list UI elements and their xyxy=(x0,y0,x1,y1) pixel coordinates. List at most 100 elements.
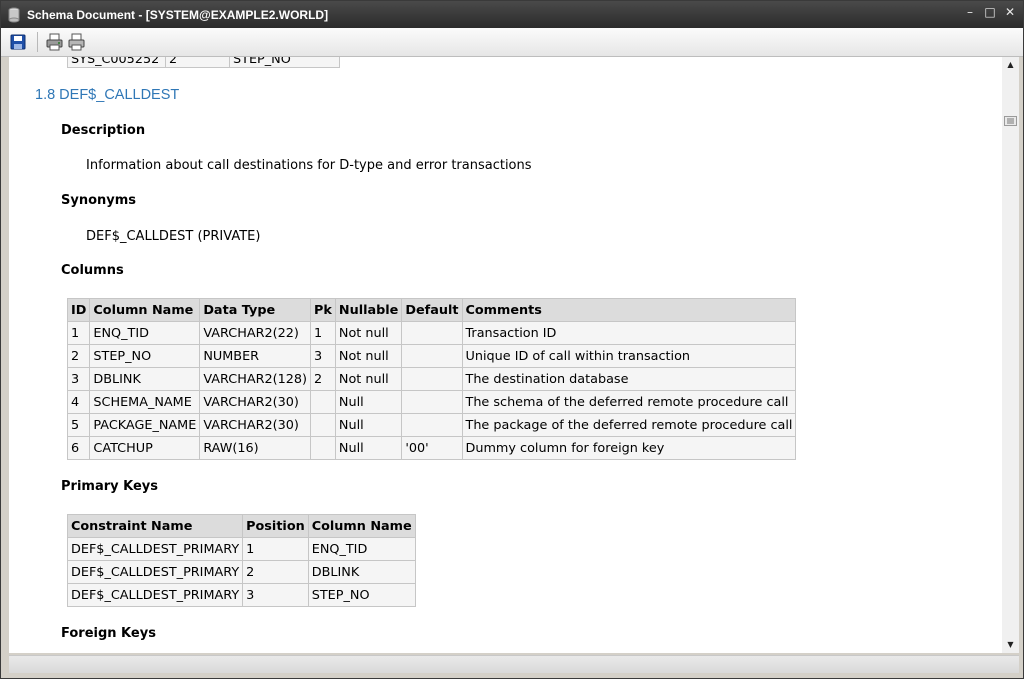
table-cell: 4 xyxy=(66,390,91,414)
table-cell: DEF$_CALLDEST_PRIMARY xyxy=(66,560,244,584)
table-cell: Transaction ID xyxy=(461,321,797,345)
table-row: 1 ENQ_TID VARCHAR2(22) 1 Not null Transa… xyxy=(66,321,797,345)
column-header: Nullable xyxy=(334,298,403,322)
primary-keys-heading: Primary Keys xyxy=(61,479,158,494)
table-cell: Not null xyxy=(334,367,403,391)
scroll-up-icon[interactable]: ▲ xyxy=(1002,59,1019,71)
table-cell: Unique ID of call within transaction xyxy=(461,344,797,368)
window-title: Schema Document - [SYSTEM@EXAMPLE2.WORLD… xyxy=(27,7,329,22)
close-icon[interactable]: ✕ xyxy=(1003,5,1017,19)
title-bar[interactable]: Schema Document - [SYSTEM@EXAMPLE2.WORLD… xyxy=(1,1,1023,28)
table-cell xyxy=(401,413,463,437)
table-cell: CATCHUP xyxy=(89,436,201,460)
primary-keys-table: Constraint Name Position Column Name DEF… xyxy=(66,514,416,607)
print-preview-button[interactable] xyxy=(44,31,66,53)
toolbar-separator xyxy=(37,32,38,52)
table-cell: 1 xyxy=(66,321,91,345)
print-preview-icon xyxy=(46,33,63,51)
column-header: ID xyxy=(66,298,91,322)
columns-heading: Columns xyxy=(61,263,124,278)
schema-document-window: Schema Document - [SYSTEM@EXAMPLE2.WORLD… xyxy=(0,0,1024,679)
table-cell: VARCHAR2(22) xyxy=(199,321,312,345)
table-cell: Null xyxy=(334,390,403,414)
table-cell: 2 xyxy=(66,344,91,368)
table-header-row: Constraint Name Position Column Name xyxy=(66,514,416,538)
table-cell: 3 xyxy=(242,583,309,607)
table-cell: ENQ_TID xyxy=(307,537,416,561)
table-cell: VARCHAR2(30) xyxy=(199,413,312,437)
table-cell: 2 xyxy=(310,367,336,391)
column-header: Comments xyxy=(461,298,797,322)
status-bar xyxy=(9,655,1019,673)
table-cell: PACKAGE_NAME xyxy=(89,413,201,437)
document-view[interactable]: SYS_C005252 2 STEP_NO 1.8 DEF$_CALLDEST … xyxy=(9,57,1002,653)
column-header: Column Name xyxy=(89,298,201,322)
table-cell: DBLINK xyxy=(89,367,201,391)
table-cell: 3 xyxy=(310,344,336,368)
table-cell: 2 xyxy=(242,560,309,584)
table-cell: Dummy column for foreign key xyxy=(461,436,797,460)
table-cell xyxy=(310,436,336,460)
table-row: DEF$_CALLDEST_PRIMARY 3 STEP_NO xyxy=(66,583,416,607)
table-cell: '00' xyxy=(401,436,463,460)
table-cell xyxy=(310,413,336,437)
table-cell: STEP_NO xyxy=(89,344,201,368)
table-cell: STEP_NO xyxy=(229,57,340,68)
table-cell xyxy=(310,390,336,414)
table-cell: VARCHAR2(30) xyxy=(199,390,312,414)
table-cell xyxy=(401,344,463,368)
table-row: 2 STEP_NO NUMBER 3 Not null Unique ID of… xyxy=(66,344,797,368)
table-cell: 2 xyxy=(165,57,230,68)
table-cell: DBLINK xyxy=(307,560,416,584)
table-cell: 3 xyxy=(66,367,91,391)
table-row: DEF$_CALLDEST_PRIMARY 1 ENQ_TID xyxy=(66,537,416,561)
table-cell: The schema of the deferred remote proced… xyxy=(461,390,797,414)
scroll-down-icon[interactable]: ▼ xyxy=(1002,639,1019,651)
foreign-keys-heading: Foreign Keys xyxy=(61,626,156,641)
maximize-icon[interactable]: □ xyxy=(983,5,997,19)
table-row: 6 CATCHUP RAW(16) Null '00' Dummy column… xyxy=(66,436,797,460)
description-text: Information about call destinations for … xyxy=(86,158,532,173)
table-header-row: ID Column Name Data Type Pk Nullable Def… xyxy=(66,298,797,322)
minimize-icon[interactable]: – xyxy=(963,5,977,19)
table-cell: 1 xyxy=(242,537,309,561)
save-button[interactable] xyxy=(7,31,29,53)
print-button[interactable] xyxy=(66,31,88,53)
table-cell: 6 xyxy=(66,436,91,460)
column-header: Constraint Name xyxy=(66,514,244,538)
column-header: Position xyxy=(242,514,309,538)
column-header: Pk xyxy=(310,298,336,322)
table-cell: The destination database xyxy=(461,367,797,391)
table-cell: Not null xyxy=(334,344,403,368)
description-heading: Description xyxy=(61,123,146,138)
table-cell: Null xyxy=(334,436,403,460)
column-header: Column Name xyxy=(307,514,416,538)
table-cell: ENQ_TID xyxy=(89,321,201,345)
table-cell: Not null xyxy=(334,321,403,345)
table-cell: RAW(16) xyxy=(199,436,312,460)
table-cell: The package of the deferred remote proce… xyxy=(461,413,797,437)
column-header: Data Type xyxy=(199,298,312,322)
table-cell: DEF$_CALLDEST_PRIMARY xyxy=(66,537,244,561)
table-row: 4 SCHEMA_NAME VARCHAR2(30) Null The sche… xyxy=(66,390,797,414)
table-cell: DEF$_CALLDEST_PRIMARY xyxy=(66,583,244,607)
table-row: DEF$_CALLDEST_PRIMARY 2 DBLINK xyxy=(66,560,416,584)
table-cell xyxy=(401,367,463,391)
synonyms-heading: Synonyms xyxy=(61,193,137,208)
table-row: SYS_C005252 2 STEP_NO xyxy=(67,57,340,68)
table-cell xyxy=(401,321,463,345)
vertical-scrollbar[interactable]: ▲ ▼ xyxy=(1002,57,1019,653)
column-header: Default xyxy=(401,298,463,322)
table-cell xyxy=(401,390,463,414)
table-cell: Null xyxy=(334,413,403,437)
scroll-thumb[interactable] xyxy=(1004,111,1017,126)
save-icon xyxy=(10,34,26,50)
table-row: 3 DBLINK VARCHAR2(128) 2 Not null The de… xyxy=(66,367,797,391)
print-icon xyxy=(68,33,85,51)
table-cell: 1 xyxy=(310,321,336,345)
section-title: 1.8 DEF$_CALLDEST xyxy=(35,87,180,103)
toolbar xyxy=(1,28,1023,57)
synonyms-text: DEF$_CALLDEST (PRIVATE) xyxy=(86,229,261,244)
table-cell: 5 xyxy=(66,413,91,437)
table-row: 5 PACKAGE_NAME VARCHAR2(30) Null The pac… xyxy=(66,413,797,437)
